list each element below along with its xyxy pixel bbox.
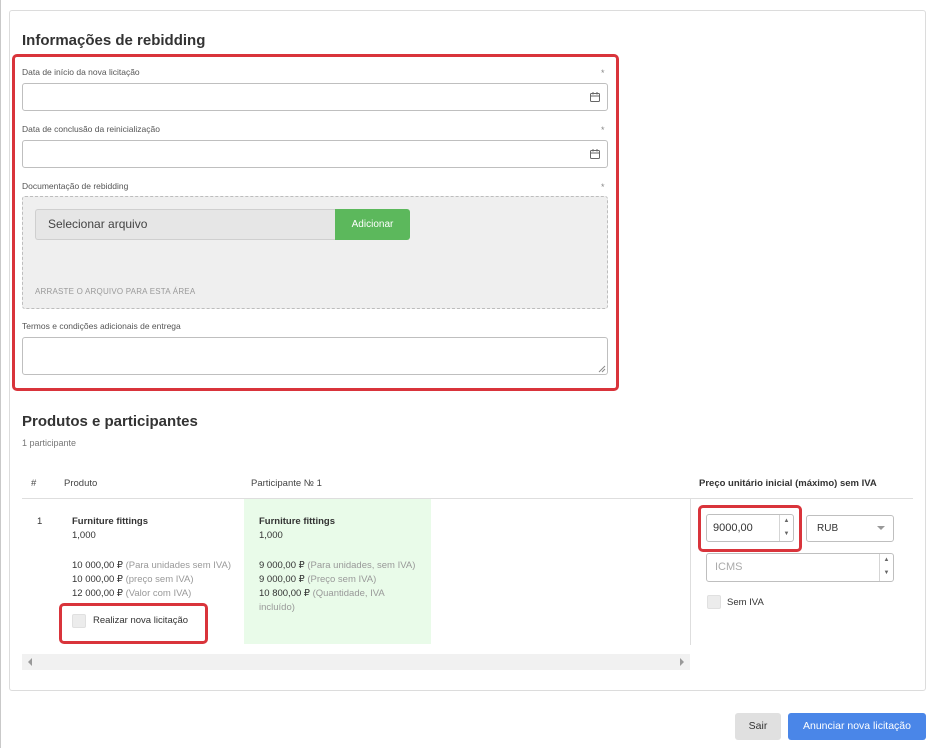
start-date-input[interactable]	[22, 83, 608, 111]
column-product-header: Produto	[64, 478, 98, 489]
required-mark: *	[601, 125, 605, 135]
products-section-title: Produtos e participantes	[22, 413, 198, 430]
product-price-vat: 12 000,00 ₽ (Valor com IVA)	[72, 588, 192, 599]
exit-button[interactable]: Sair	[735, 713, 781, 740]
scroll-left-icon[interactable]	[28, 658, 32, 666]
docs-label: Documentação de rebidding	[22, 181, 129, 191]
end-date-input[interactable]	[22, 140, 608, 168]
caret-down-icon	[877, 526, 885, 530]
column-participant-header: Participante № 1	[251, 478, 322, 489]
end-date-label: Data de conclusão da reinicialização	[22, 124, 160, 134]
participant-price-vat-note: incluído)	[259, 602, 295, 613]
product-qty: 1,000	[72, 530, 96, 541]
column-index-header: #	[31, 478, 37, 489]
terms-label: Termos e condições adicionais de entrega	[22, 321, 181, 331]
spinner-down-icon[interactable]: ▼	[780, 528, 793, 541]
product-price-novat: 10 000,00 ₽ (preço sem IVA)	[72, 574, 194, 585]
announce-rebidding-button[interactable]: Anunciar nova licitação	[788, 713, 926, 740]
table-header-divider	[22, 498, 913, 499]
resize-grip-icon[interactable]	[598, 365, 606, 373]
price-spinner[interactable]: ▲ ▼	[779, 515, 793, 541]
fixed-column-divider	[690, 499, 691, 645]
select-file-button[interactable]: Selecionar arquivo	[35, 209, 335, 240]
terms-textarea[interactable]	[22, 337, 608, 375]
column-initial-price-header: Preço unitário inicial (máximo) sem IVA	[699, 478, 877, 489]
spinner-down-icon[interactable]: ▼	[880, 567, 893, 580]
participant-price-vat: 10 800,00 ₽ (Quantidade, IVA	[259, 588, 385, 599]
window-left-edge	[0, 0, 1, 748]
table-horizontal-scrollbar[interactable]	[22, 654, 690, 670]
icms-input[interactable]: ICMS ▲ ▼	[706, 553, 894, 582]
participants-count: 1 participante	[22, 438, 77, 448]
add-file-button[interactable]: Adicionar	[335, 209, 410, 240]
calendar-icon[interactable]	[590, 149, 600, 159]
required-mark: *	[601, 182, 605, 192]
rebidding-section-title: Informações de rebidding	[22, 32, 206, 49]
scroll-right-icon[interactable]	[680, 658, 684, 666]
icms-spinner[interactable]: ▲ ▼	[879, 554, 893, 581]
drop-hint: ARRASTE O ARQUIVO PARA ESTA ÁREA	[35, 287, 196, 296]
rebid-checkbox-label[interactable]: Realizar nova licitação	[93, 615, 188, 626]
file-dropzone[interactable]: Selecionar arquivo Adicionar ARRASTE O A…	[22, 196, 608, 309]
no-vat-label[interactable]: Sem IVA	[727, 597, 764, 608]
product-price-units: 10 000,00 ₽ (Para unidades sem IVA)	[72, 560, 232, 571]
participant-price-units: 9 000,00 ₽ (Para unidades, sem IVA)	[259, 560, 416, 571]
participant-price-novat: 9 000,00 ₽ (Preço sem IVA)	[259, 574, 377, 585]
start-date-label: Data de início da nova licitação	[22, 67, 140, 77]
spinner-up-icon[interactable]: ▲	[780, 515, 793, 528]
rebid-checkbox[interactable]	[72, 614, 86, 628]
product-name: Furniture fittings	[72, 516, 148, 527]
currency-select[interactable]: RUB	[806, 515, 894, 542]
participant-product-name: Furniture fittings	[259, 516, 335, 527]
calendar-icon[interactable]	[590, 92, 600, 102]
no-vat-checkbox[interactable]	[707, 595, 721, 609]
required-mark: *	[601, 68, 605, 78]
participant-qty: 1,000	[259, 530, 283, 541]
spinner-up-icon[interactable]: ▲	[880, 554, 893, 567]
initial-price-input[interactable]: 9000,00 ▲ ▼	[706, 514, 794, 542]
row-index: 1	[37, 516, 43, 527]
